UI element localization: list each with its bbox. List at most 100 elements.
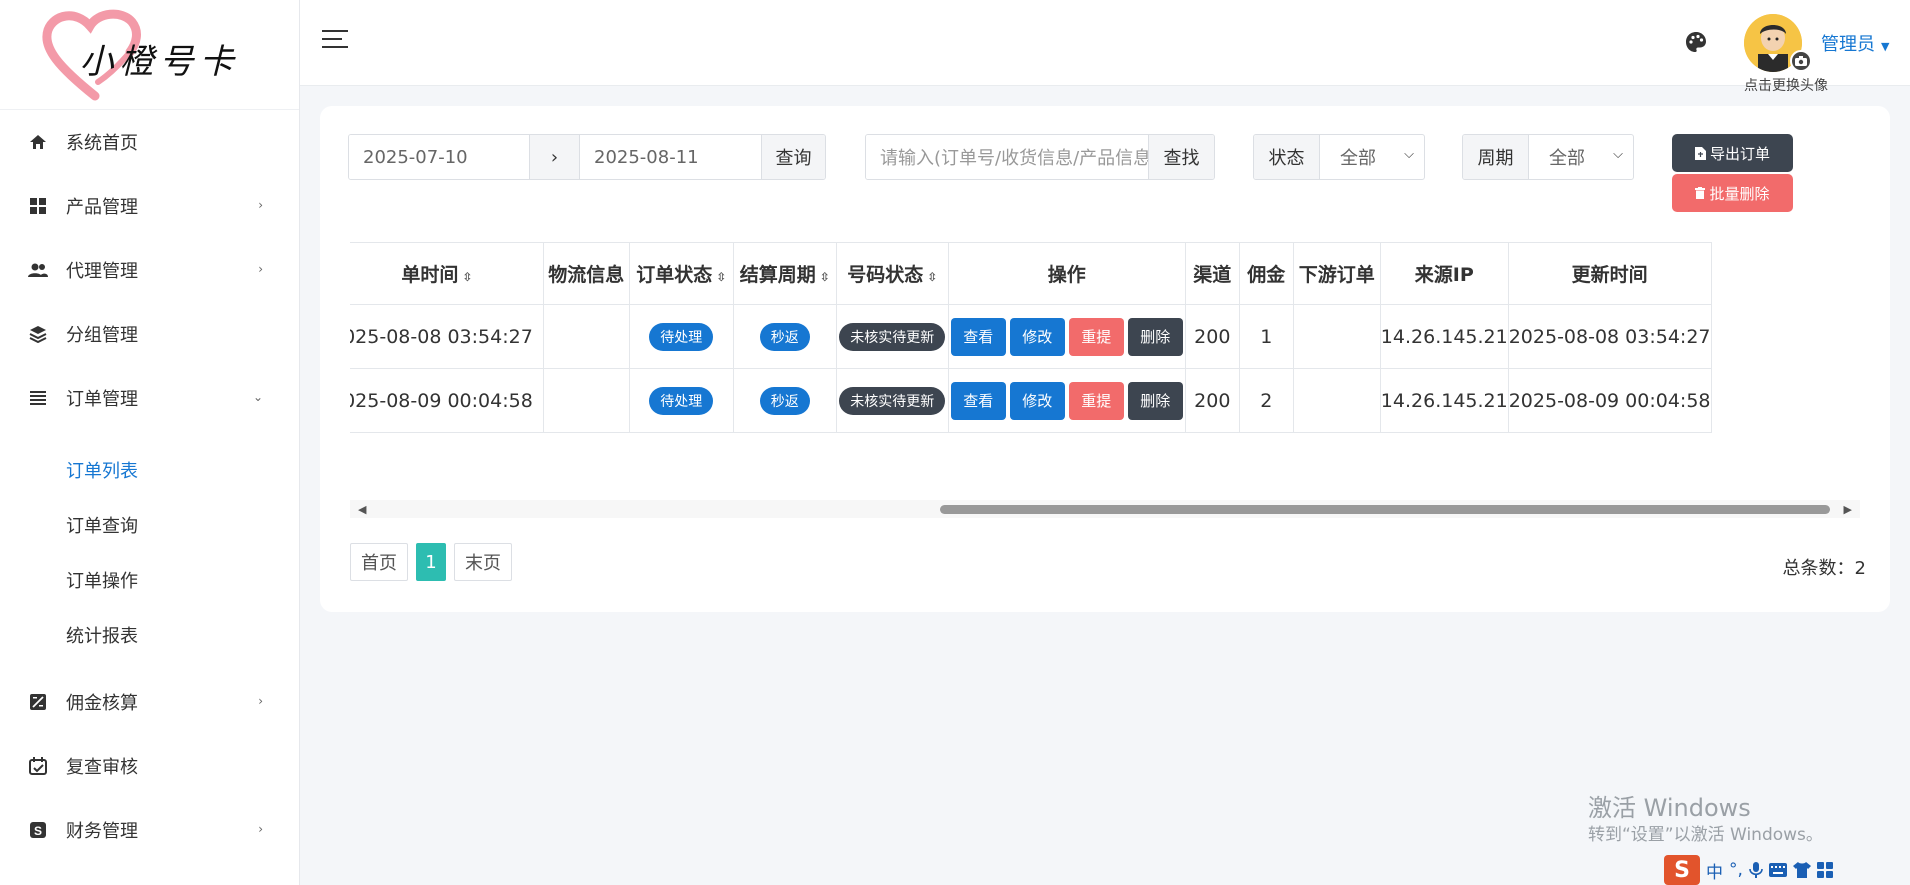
scroll-right-arrow-icon[interactable]: ▶ [1844,503,1852,516]
keyboard-icon[interactable] [1768,863,1787,877]
cell-source-ip: 14.26.145.21 [1379,304,1509,369]
cell-logistics [542,368,630,433]
date-end-input[interactable]: 2025-08-11 [579,135,761,179]
column-header-updated-time: 更新时间 [1507,242,1712,305]
sidebar-item-orders[interactable]: 订单管理 ⌄ [0,366,299,430]
cell-channel: 200 [1184,304,1240,369]
avatar-hint[interactable]: 点击更换头像 [1744,75,1828,95]
sidebar-item-label: 佣金核算 [66,693,138,714]
home-icon [28,132,48,152]
edit-button[interactable]: 修改 [1009,317,1065,356]
submenu-order-query[interactable]: 订单查询 [0,497,299,552]
cell-updated-time: 2025-08-09 00:04:58 [1507,368,1712,433]
batch-delete-label: 批量删除 [1709,184,1770,203]
delete-button[interactable]: 删除 [1127,317,1183,356]
cell-channel: 200 [1184,368,1240,433]
logo-text: 小橙号卡 [79,42,240,82]
logo[interactable]: 小橙号卡 [0,0,299,110]
svg-text:S: S [34,824,42,838]
cycle-filter-group: 周期 全部 ⌵ [1462,134,1634,180]
scrollbar-thumb[interactable] [940,505,1830,514]
batch-delete-button[interactable]: 批量删除 [1672,174,1793,212]
sidebar-item-groups[interactable]: 分组管理 [0,302,299,366]
status-badge: 待处理 [649,386,714,415]
sidebar-item-label: 分组管理 [66,325,138,346]
ime-mode[interactable]: 中 [1706,858,1723,883]
column-header-logistics: 物流信息 [542,242,630,305]
page-1-button[interactable]: 1 [416,543,446,581]
column-header-order-time[interactable]: 单时间 ⇳ [350,242,544,305]
order-list-card: 2025-07-10 › 2025-08-11 查询 请输入(订单号/收货信息/… [320,106,1890,612]
palette-icon[interactable] [1684,30,1708,54]
column-header-cycle[interactable]: 结算周期 ⇳ [732,242,837,305]
search-button[interactable]: 查找 [1148,135,1214,179]
horizontal-scrollbar[interactable]: ◀ ▶ [350,500,1860,518]
number-status-badge: 未核实待更新 [839,386,946,415]
column-header-commission: 佣金 [1238,242,1294,305]
sidebar-item-label: 复查审核 [66,757,138,778]
view-button[interactable]: 查看 [950,317,1006,356]
sidebar-item-products[interactable]: 产品管理 › [0,174,299,238]
chevron-right-icon: › [258,694,263,708]
camera-icon[interactable] [1790,50,1812,72]
toolbox-grid-icon[interactable] [1816,862,1833,878]
user-label: 管理员 [1821,34,1875,55]
sidebar-item-label: 产品管理 [66,197,138,218]
resubmit-button[interactable]: 重提 [1068,317,1124,356]
order-table-container[interactable]: 单时间 ⇳ 物流信息 订单状态 ⇳ 结算周期 ⇳ 号码状态 ⇳ 操作 渠道 佣金 下游订… [350,242,1860,442]
cell-order-time: 2025-08-08 03:54:27 [350,304,544,369]
sort-icon: ⇳ [927,270,938,284]
cell-actions: 查看 修改 重提 删除 [947,368,1186,433]
query-button[interactable]: 查询 [761,135,825,179]
trash-icon [1695,187,1706,199]
date-start-input[interactable]: 2025-07-10 [349,135,529,179]
sidebar-item-label: 财务管理 [66,821,138,842]
skin-shirt-icon[interactable] [1792,862,1811,878]
microphone-icon[interactable] [1749,861,1763,879]
sidebar-item-label: 系统首页 [66,133,138,154]
submenu-order-list[interactable]: 订单列表 [0,442,299,497]
menu-toggle-icon[interactable] [322,30,348,50]
calculator-icon [28,692,48,712]
cell-number-status: 未核实待更新 [835,368,949,433]
first-page-button[interactable]: 首页 [350,543,408,581]
cell-number-status: 未核实待更新 [835,304,949,369]
user-menu[interactable]: 管理员 ▼ [1821,30,1889,56]
export-orders-button[interactable]: 导出订单 [1672,134,1793,172]
status-select[interactable]: 全部 ⌵ [1320,135,1424,179]
sidebar-item-commission[interactable]: 佣金核算 › [0,670,299,734]
cycle-select-value: 全部 [1549,148,1585,169]
search-input[interactable]: 请输入(订单号/收货信息/产品信息) [866,135,1148,179]
last-page-button[interactable]: 末页 [454,543,512,581]
sidebar-menu: 系统首页 产品管理 › 代理管理 › 分组管理 订单管理 ⌄ [0,110,299,430]
sidebar-item-agents[interactable]: 代理管理 › [0,238,299,302]
submenu-order-operation[interactable]: 订单操作 [0,552,299,607]
sidebar-item-home[interactable]: 系统首页 [0,110,299,174]
chevron-down-icon: ⌄ [252,390,263,404]
submenu-statistics-report[interactable]: 统计报表 [0,607,299,662]
ime-toolbar[interactable]: S 中 °, [1664,855,1833,885]
calendar-check-icon [28,756,48,776]
cycle-select[interactable]: 全部 ⌵ [1529,135,1633,179]
sogou-logo-icon[interactable]: S [1664,855,1700,885]
column-header-number-status[interactable]: 号码状态 ⇳ [835,242,949,305]
cycle-badge: 秒返 [759,386,810,415]
column-header-source-ip: 来源IP [1379,242,1509,305]
status-filter-group: 状态 全部 ⌵ [1253,134,1425,180]
table-header-row: 单时间 ⇳ 物流信息 订单状态 ⇳ 结算周期 ⇳ 号码状态 ⇳ 操作 渠道 佣金 下游订… [350,242,1712,305]
sidebar: 小橙号卡 系统首页 产品管理 › 代理管理 › 分组管理 订单管理 ⌄ 订单列表… [0,0,300,885]
column-header-order-status[interactable]: 订单状态 ⇳ [628,242,734,305]
delete-button[interactable]: 删除 [1127,381,1183,420]
edit-button[interactable]: 修改 [1009,381,1065,420]
column-header-actions: 操作 [947,242,1186,305]
sidebar-item-finance[interactable]: S 财务管理 › [0,798,299,862]
scroll-left-arrow-icon[interactable]: ◀ [358,503,366,516]
sidebar-item-review[interactable]: 复查审核 [0,734,299,798]
cell-downstream [1292,304,1381,369]
resubmit-button[interactable]: 重提 [1068,381,1124,420]
punctuation-icon[interactable]: °, [1729,860,1743,880]
chevron-down-icon: ⌵ [1404,147,1414,162]
order-submenu: 订单列表 订单查询 订单操作 统计报表 [0,430,299,670]
view-button[interactable]: 查看 [950,381,1006,420]
sort-icon: ⇳ [819,270,830,284]
